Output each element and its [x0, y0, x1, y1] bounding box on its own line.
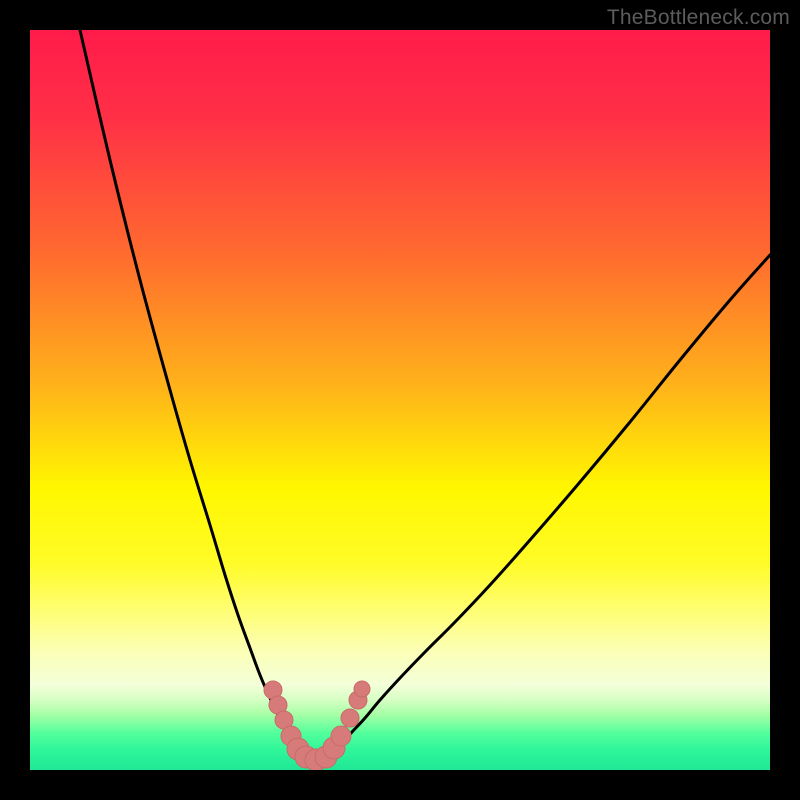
watermark-text: TheBottleneck.com	[607, 6, 790, 30]
marker-dot	[331, 726, 351, 746]
chart-frame: TheBottleneck.com	[0, 0, 800, 800]
marker-dot	[354, 681, 370, 697]
marker-dot	[341, 709, 359, 727]
plot-area	[30, 30, 770, 770]
highlight-markers	[264, 681, 370, 770]
marker-layer	[30, 30, 770, 770]
